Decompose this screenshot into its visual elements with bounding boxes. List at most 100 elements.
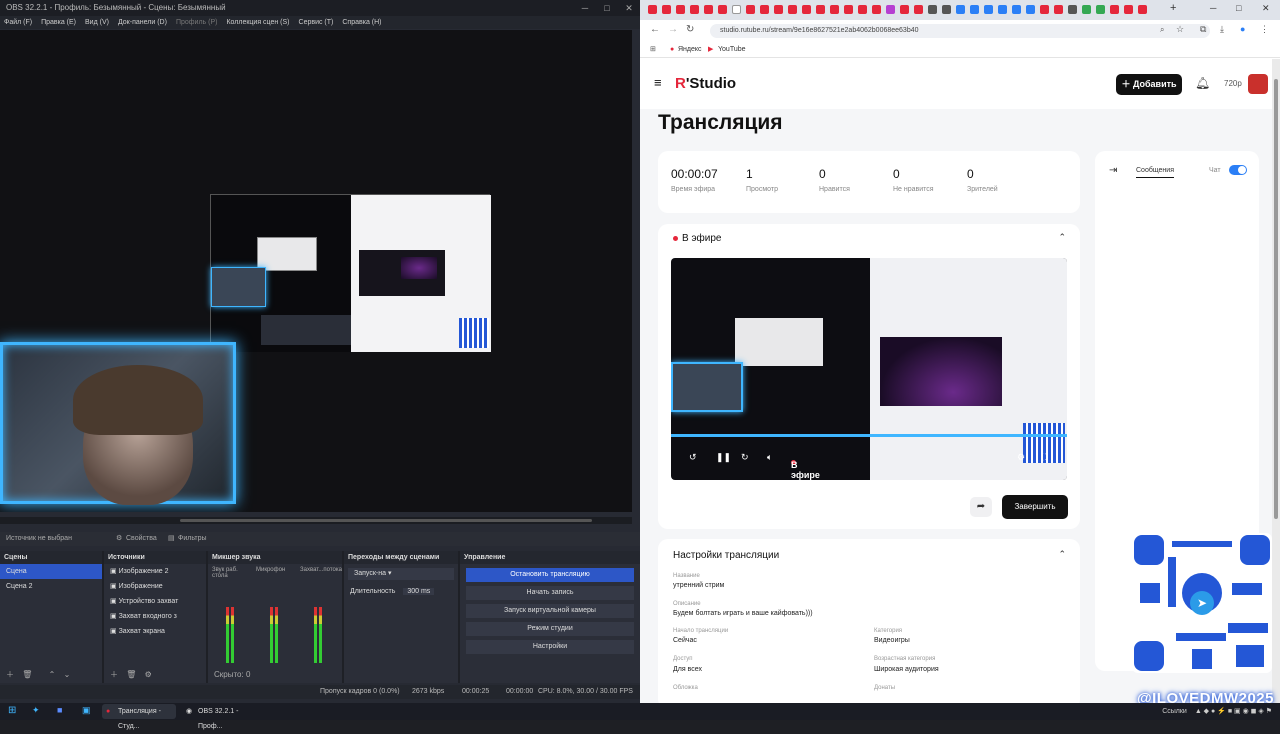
properties-button[interactable]: Свойства bbox=[126, 532, 157, 546]
tab-icon[interactable] bbox=[844, 5, 853, 14]
scene-item[interactable]: Сцена bbox=[0, 564, 102, 579]
virtual-camera-button[interactable]: Запуск виртуальной камеры bbox=[466, 604, 634, 618]
menu-file[interactable]: Файл (F) bbox=[4, 16, 32, 29]
avatar[interactable] bbox=[1248, 74, 1268, 94]
rewind-icon[interactable]: ↺ bbox=[689, 452, 697, 463]
close-icon[interactable]: ✕ bbox=[618, 0, 640, 16]
start-recording-button[interactable]: Начать запись bbox=[466, 586, 634, 600]
taskbar-app-icon[interactable]: ✦ bbox=[32, 705, 40, 716]
tab-icon[interactable] bbox=[956, 5, 965, 14]
reload-icon[interactable]: ↻ bbox=[686, 24, 694, 35]
volume-icon[interactable]: 🔈︎ bbox=[767, 452, 772, 463]
tab-icon[interactable] bbox=[1096, 5, 1105, 14]
menu-edit[interactable]: Правка (E) bbox=[41, 16, 76, 29]
collapse-icon[interactable]: ⌃ bbox=[1058, 232, 1066, 243]
source-item[interactable]: ▣ Изображение 2 bbox=[104, 564, 206, 579]
collapse-icon[interactable]: ⌃ bbox=[1058, 549, 1066, 560]
finish-button[interactable]: Завершить bbox=[1002, 495, 1068, 519]
settings-button[interactable]: Настройки bbox=[466, 640, 634, 654]
bell-icon[interactable]: 🔔︎ bbox=[1195, 76, 1210, 90]
tab-icon[interactable] bbox=[760, 5, 769, 14]
tray-icons[interactable]: ▲ ◆ ● ⚡ ■ ▣ ◉ ◼ ◈ ⚑ bbox=[1195, 708, 1272, 715]
forward-icon[interactable]: → bbox=[668, 24, 678, 35]
tab-icon[interactable] bbox=[830, 5, 839, 14]
filter-icon[interactable]: ▤ bbox=[168, 532, 175, 546]
tab-icon[interactable] bbox=[984, 5, 993, 14]
scene-item[interactable]: Сцена 2 bbox=[0, 579, 102, 594]
tab-icon[interactable] bbox=[1082, 5, 1091, 14]
tab-icon[interactable] bbox=[942, 5, 951, 14]
tab-icon[interactable] bbox=[858, 5, 867, 14]
share-button[interactable]: ➦ bbox=[970, 497, 992, 517]
menu-help[interactable]: Справка (H) bbox=[342, 16, 381, 29]
tab-icon[interactable] bbox=[914, 5, 923, 14]
tab-icon[interactable] bbox=[746, 5, 755, 14]
gear-icon[interactable]: ⚙ bbox=[116, 532, 122, 546]
tab-icon[interactable] bbox=[1110, 5, 1119, 14]
tab-icon[interactable] bbox=[662, 5, 671, 14]
new-tab-icon[interactable]: + bbox=[1170, 2, 1176, 14]
bookmark-youtube[interactable]: YouTube bbox=[718, 42, 746, 58]
tab-icon[interactable] bbox=[998, 5, 1007, 14]
tab-icon[interactable] bbox=[676, 5, 685, 14]
down-icon[interactable]: ⌄ bbox=[64, 670, 71, 679]
menu-docks[interactable]: Док-панели (D) bbox=[118, 16, 167, 29]
duration-input[interactable]: 300 ms bbox=[403, 588, 435, 595]
search-icon[interactable]: ⌕ bbox=[1160, 25, 1164, 35]
profile-icon[interactable]: ● bbox=[1240, 24, 1245, 34]
url-field[interactable]: studio.rutube.ru/stream/9e16e8627521e2ab… bbox=[710, 24, 1210, 38]
source-item[interactable]: ▣ Захват входного з bbox=[104, 609, 206, 624]
add-icon[interactable]: ＋ bbox=[6, 670, 14, 679]
tab-icon[interactable] bbox=[1138, 5, 1147, 14]
trash-icon[interactable]: 🗑 bbox=[22, 670, 32, 679]
collapse-panel-icon[interactable]: ⇥ bbox=[1109, 165, 1117, 176]
up-icon[interactable]: ⌃ bbox=[49, 670, 56, 679]
menu-icon[interactable]: ⋮ bbox=[1260, 24, 1269, 35]
pause-icon[interactable]: ❚❚ bbox=[716, 452, 731, 463]
taskbar-app-icon[interactable]: ■ bbox=[57, 705, 62, 715]
close-icon[interactable]: ✕ bbox=[1262, 3, 1270, 14]
bookmark-star-icon[interactable]: ☆ bbox=[1176, 24, 1184, 35]
studio-mode-button[interactable]: Режим студии bbox=[466, 622, 634, 636]
taskbar-obs[interactable]: ◉ OBS 32.2.1 - Проф... bbox=[182, 704, 256, 730]
messages-tab[interactable]: Сообщения bbox=[1136, 167, 1174, 178]
active-tab[interactable] bbox=[732, 5, 741, 14]
chat-toggle[interactable] bbox=[1229, 165, 1247, 175]
obs-preview[interactable] bbox=[0, 30, 632, 512]
maximize-icon[interactable]: □ bbox=[1236, 3, 1241, 13]
maximize-icon[interactable]: □ bbox=[596, 0, 618, 16]
quality-label[interactable]: 720p bbox=[1224, 79, 1242, 88]
bookmark-yandex[interactable]: Яндекс bbox=[678, 42, 702, 58]
tab-icon[interactable] bbox=[1040, 5, 1049, 14]
menu-view[interactable]: Вид (V) bbox=[85, 16, 109, 29]
source-item[interactable]: ▣ Устройство захват bbox=[104, 594, 206, 609]
tab-icon[interactable] bbox=[872, 5, 881, 14]
tab-icon[interactable] bbox=[648, 5, 657, 14]
transition-select[interactable]: Запуск-на ▾ bbox=[348, 568, 454, 580]
tab-icon[interactable] bbox=[802, 5, 811, 14]
source-item[interactable]: ▣ Изображение bbox=[104, 579, 206, 594]
tab-icon[interactable] bbox=[690, 5, 699, 14]
player-progress[interactable] bbox=[671, 434, 1067, 437]
add-button[interactable]: ＋ Добавить bbox=[1116, 74, 1182, 95]
gear-icon[interactable]: ⚙ bbox=[145, 670, 152, 679]
trash-icon[interactable]: 🗑 bbox=[126, 670, 136, 679]
source-item[interactable]: ▣ Захват экрана bbox=[104, 624, 206, 639]
forward-icon[interactable]: ↻ bbox=[741, 452, 749, 463]
tab-icon[interactable] bbox=[970, 5, 979, 14]
apps-icon[interactable]: ⊞ bbox=[650, 42, 656, 58]
minimize-icon[interactable]: ─ bbox=[574, 0, 596, 16]
studio-logo[interactable]: R'Studio bbox=[675, 75, 736, 92]
tab-icon[interactable] bbox=[886, 5, 895, 14]
menu-scene-collection[interactable]: Коллекция сцен (S) bbox=[226, 16, 289, 29]
tab-icon[interactable] bbox=[900, 5, 909, 14]
filters-button[interactable]: Фильтры bbox=[178, 532, 207, 546]
tab-icon[interactable] bbox=[1054, 5, 1063, 14]
back-icon[interactable]: ← bbox=[650, 24, 660, 35]
tab-icon[interactable] bbox=[1012, 5, 1021, 14]
tab-icon[interactable] bbox=[1026, 5, 1035, 14]
menu-tools[interactable]: Сервис (T) bbox=[299, 16, 334, 29]
settings-icon[interactable]: ⚙ bbox=[1017, 452, 1025, 463]
tab-icon[interactable] bbox=[704, 5, 713, 14]
menu-profile[interactable]: Профиль (P) bbox=[176, 16, 218, 29]
